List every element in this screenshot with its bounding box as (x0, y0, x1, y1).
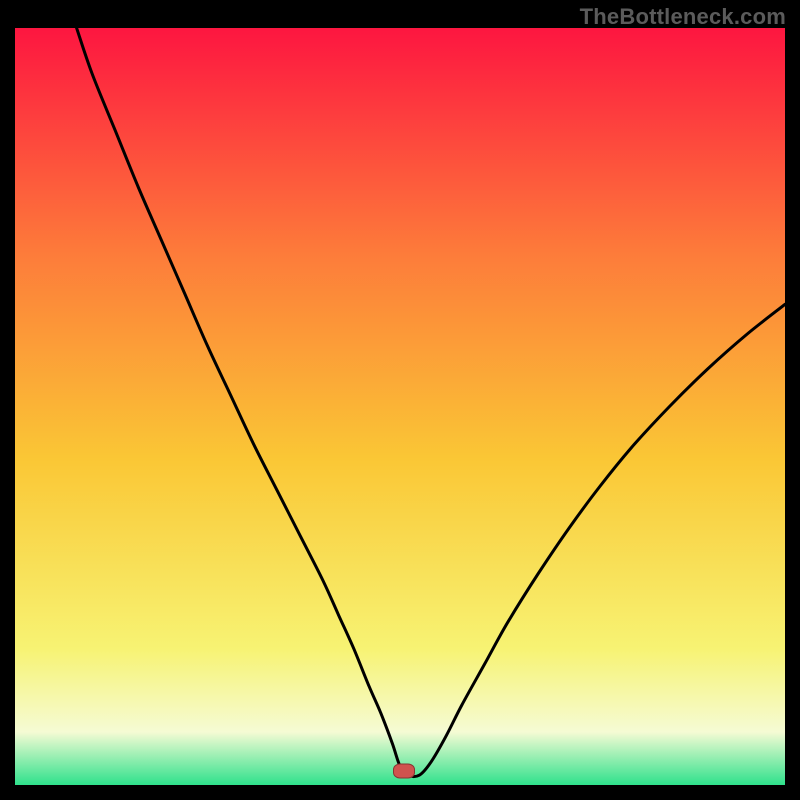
chart-svg (15, 28, 785, 785)
plot-area (15, 28, 785, 785)
chart-frame: TheBottleneck.com (0, 0, 800, 800)
watermark-text: TheBottleneck.com (580, 4, 786, 30)
minimum-marker (393, 764, 415, 779)
